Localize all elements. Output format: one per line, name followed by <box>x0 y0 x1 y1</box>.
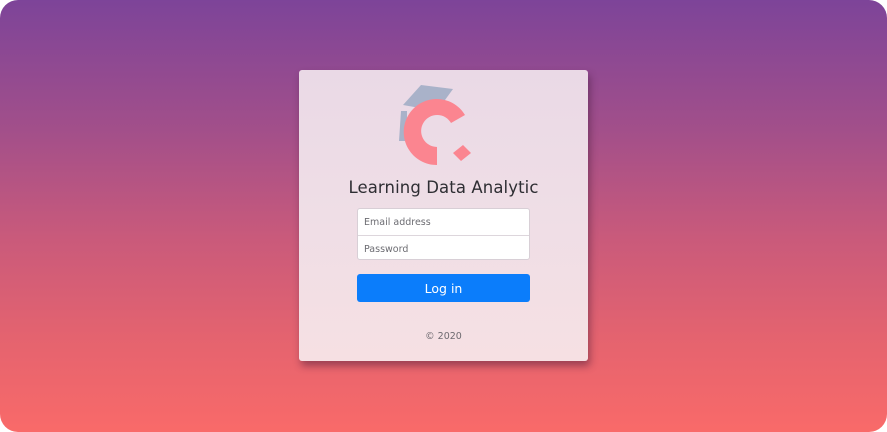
graduation-cap-c-logo-icon <box>399 85 471 166</box>
email-field[interactable] <box>358 209 529 235</box>
login-page-background: Learning Data Analytic Log in © 2020 <box>0 0 887 432</box>
app-title: Learning Data Analytic <box>348 178 539 197</box>
login-fields <box>357 208 530 262</box>
copyright-text: © 2020 <box>425 331 462 342</box>
password-field[interactable] <box>358 236 529 262</box>
login-card: Learning Data Analytic Log in © 2020 <box>299 70 588 361</box>
login-button[interactable]: Log in <box>357 274 530 302</box>
